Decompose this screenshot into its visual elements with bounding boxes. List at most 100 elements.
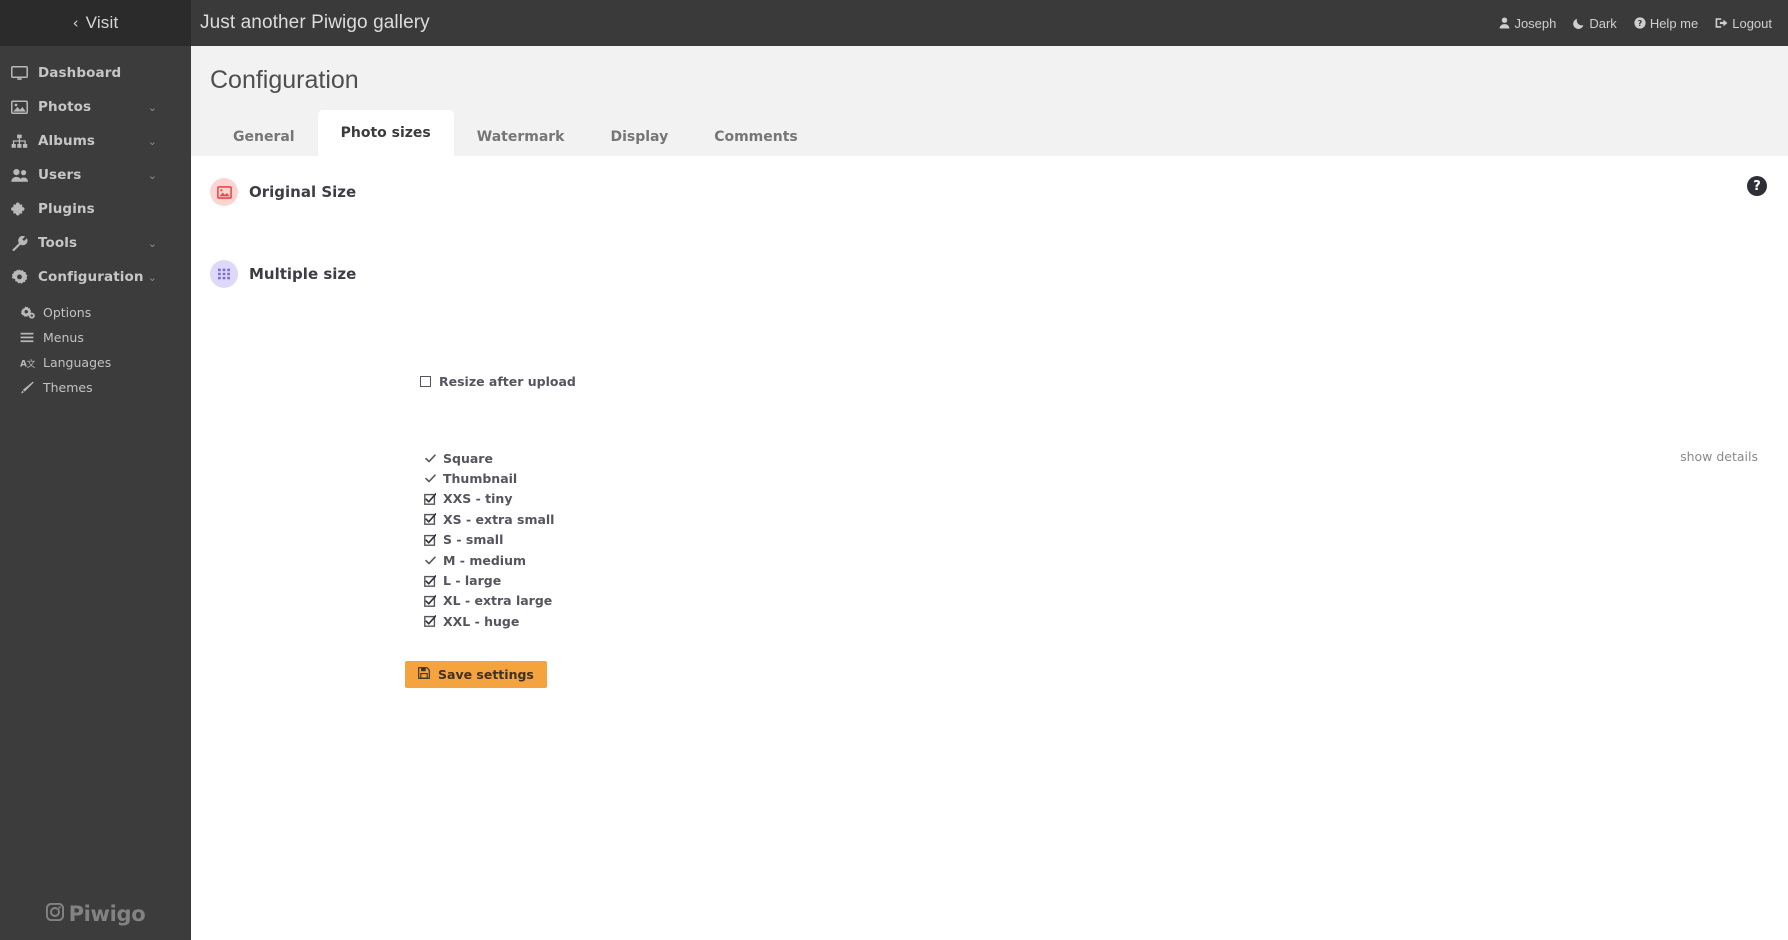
sidebar-subitem-options[interactable]: Options (0, 300, 191, 325)
puzzle-icon (11, 202, 34, 217)
sidebar-item-plugins[interactable]: Plugins (0, 192, 191, 226)
checkbox-checked-icon[interactable] (423, 513, 437, 526)
save-settings-label: Save settings (438, 667, 534, 682)
sidebar-label: Dashboard (38, 65, 122, 81)
help-me-label: Help me (1649, 15, 1699, 31)
sidebar-subitem-menus[interactable]: Menus (0, 325, 191, 350)
checkbox-checked-icon[interactable] (423, 492, 437, 505)
sidebar-sublabel: Themes (43, 380, 93, 395)
size-row-xxs-tiny[interactable]: XXS - tiny (423, 489, 554, 509)
chevron-down-icon[interactable]: ⌄ (148, 170, 157, 181)
sidebar: Dashboard Photos ⌄ Albums ⌄ Users ⌄ Plug… (0, 46, 191, 940)
page-title: Configuration (210, 66, 359, 94)
sidebar-sublabel: Languages (43, 355, 112, 370)
size-label: M - medium (443, 552, 526, 568)
dark-mode-toggle[interactable]: Dark (1573, 16, 1617, 31)
check-icon (423, 454, 437, 463)
sidebar-subitem-themes[interactable]: Themes (0, 375, 191, 400)
size-row-thumbnail[interactable]: Thumbnail (423, 468, 554, 488)
original-size-section-header: Original Size (210, 178, 356, 206)
checkbox-checked-icon[interactable] (423, 594, 437, 607)
size-row-xl-extra-large[interactable]: XL - extra large (423, 591, 554, 611)
tab-bar: General Photo sizes Watermark Display Co… (210, 110, 821, 156)
resize-after-upload-row[interactable]: Resize after upload (420, 374, 576, 389)
tab-comments[interactable]: Comments (691, 118, 821, 156)
tab-display[interactable]: Display (587, 118, 691, 156)
sidebar-label: Configuration (38, 269, 144, 285)
sidebar-sublabel: Options (43, 305, 92, 320)
multiple-size-title: Multiple size (249, 265, 357, 283)
checkbox-checked-icon[interactable] (423, 615, 437, 628)
size-label: Square (443, 450, 493, 466)
show-details-link[interactable]: show details (1680, 449, 1758, 464)
size-label: Thumbnail (443, 471, 518, 487)
user-account-link[interactable]: Joseph (1499, 16, 1556, 31)
visit-label: Visit (85, 13, 119, 32)
chevron-left-icon: ‹ (72, 13, 79, 32)
camera-icon (45, 902, 64, 925)
size-row-xxl-huge[interactable]: XXL - huge (423, 611, 554, 631)
chevron-down-icon[interactable]: ⌄ (148, 136, 157, 147)
sidebar-item-configuration[interactable]: Configuration ⌄ (0, 260, 191, 294)
user-account-label: Joseph (1514, 15, 1557, 31)
users-icon (11, 168, 34, 183)
sidebar-item-dashboard[interactable]: Dashboard (0, 56, 191, 90)
tab-photo-sizes[interactable]: Photo sizes (317, 110, 454, 156)
resize-after-upload-label: Resize after upload (439, 374, 576, 389)
checkbox-checked-icon[interactable] (423, 574, 437, 587)
wrench-icon (11, 235, 34, 251)
sidebar-label: Plugins (38, 201, 95, 217)
tab-general[interactable]: General (210, 118, 318, 156)
visit-button[interactable]: ‹ Visit (0, 0, 191, 46)
moon-icon (1573, 17, 1585, 29)
sidebar-item-photos[interactable]: Photos ⌄ (0, 90, 191, 124)
sidebar-label: Photos (38, 99, 92, 115)
logout-link[interactable]: Logout (1715, 16, 1772, 31)
question-circle-icon: ? (1634, 17, 1646, 29)
size-row-m-medium[interactable]: M - medium (423, 550, 554, 570)
sidebar-item-albums[interactable]: Albums ⌄ (0, 124, 191, 158)
size-row-l-large[interactable]: L - large (423, 570, 554, 590)
tab-watermark[interactable]: Watermark (454, 118, 588, 156)
photo-sizes-panel: ? Original Size Resize after upload Mult… (191, 156, 1788, 940)
check-icon (423, 556, 437, 565)
monitor-icon (11, 65, 34, 81)
checkbox-checked-icon[interactable] (423, 533, 437, 546)
check-icon (423, 474, 437, 483)
resize-after-upload-checkbox[interactable] (420, 376, 431, 387)
sidebar-item-users[interactable]: Users ⌄ (0, 158, 191, 192)
sidebar-subitem-languages[interactable]: A文 Languages (0, 350, 191, 375)
save-settings-button[interactable]: Save settings (405, 661, 547, 688)
help-badge-button[interactable]: ? (1747, 176, 1767, 196)
sidebar-sublabel: Menus (43, 330, 84, 345)
sitemap-icon (11, 134, 34, 149)
chevron-down-icon[interactable]: ⌄ (148, 272, 157, 283)
save-icon (418, 667, 430, 682)
multiple-size-section-header: Multiple size (210, 260, 356, 288)
main-content: Configuration General Photo sizes Waterm… (191, 46, 1788, 940)
size-label: XS - extra small (443, 511, 555, 527)
size-label: L - large (443, 573, 502, 589)
page-header: Configuration General Photo sizes Waterm… (191, 46, 1788, 156)
size-row-xs-extra-small[interactable]: XS - extra small (423, 509, 554, 529)
help-me-link[interactable]: ? Help me (1634, 16, 1698, 31)
user-menu: Joseph Dark ? Help me Logout (1499, 0, 1772, 46)
language-icon: A文 (20, 357, 40, 368)
svg-text:文: 文 (27, 357, 35, 368)
size-row-square[interactable]: Square (423, 448, 554, 468)
sidebar-label: Users (38, 167, 82, 183)
chevron-down-icon[interactable]: ⌄ (148, 238, 157, 249)
grid-icon (210, 260, 238, 288)
bars-icon (20, 332, 40, 343)
sidebar-item-tools[interactable]: Tools ⌄ (0, 226, 191, 260)
image-icon (210, 178, 238, 206)
size-row-s-small[interactable]: S - small (423, 530, 554, 550)
piwigo-logo: Piwigo (0, 902, 191, 926)
original-size-title: Original Size (249, 183, 357, 201)
size-label: XXS - tiny (443, 491, 513, 507)
chevron-down-icon[interactable]: ⌄ (148, 102, 157, 113)
size-label: S - small (443, 532, 504, 548)
sidebar-label: Tools (38, 235, 78, 251)
svg-text:?: ? (1637, 19, 1642, 28)
gear-icon (11, 269, 34, 285)
